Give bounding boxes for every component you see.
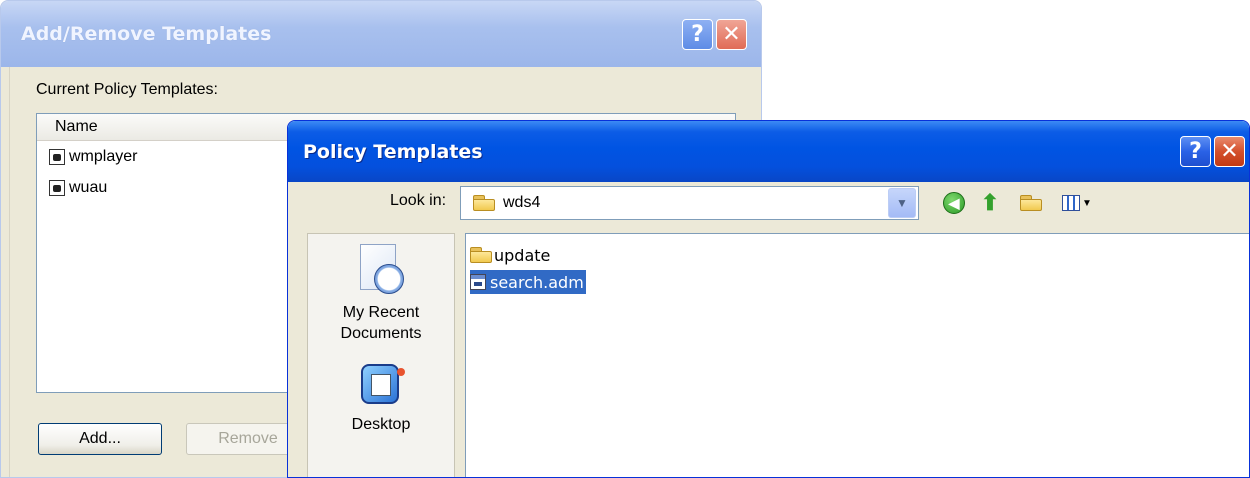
current-templates-label: Current Policy Templates: — [36, 81, 218, 98]
places-bar: My Recent Documents Desktop — [307, 233, 455, 477]
chevron-down-icon[interactable]: ▼ — [888, 188, 916, 218]
up-folder-icon: ⬆ — [980, 190, 1000, 215]
list-item-file[interactable]: search.adm — [470, 270, 586, 294]
policy-titlebar[interactable]: Policy Templates ? ✕ — [288, 121, 1249, 182]
policy-body: Look in: wds4 ▼ ◀ ⬆ ▼ My Recent Document… — [292, 182, 1249, 477]
recent-documents-icon — [356, 244, 406, 296]
new-folder-button[interactable] — [1018, 190, 1044, 216]
folder-icon — [470, 247, 492, 263]
template-file-icon — [49, 179, 65, 196]
file-name: update — [494, 245, 551, 265]
up-folder-button[interactable]: ⬆ — [977, 190, 1003, 216]
template-file-icon — [49, 148, 65, 165]
list-item-folder[interactable]: update — [470, 243, 552, 267]
help-button[interactable]: ? — [682, 18, 713, 50]
add-button[interactable]: Add... — [38, 423, 162, 455]
place-label: My Recent Documents — [340, 304, 422, 342]
back-icon: ◀ — [943, 192, 965, 214]
file-list[interactable]: update search.adm — [465, 233, 1249, 477]
policy-templates-window: Policy Templates ? ✕ Look in: wds4 ▼ ◀ ⬆… — [287, 120, 1250, 478]
add-remove-titlebar[interactable]: Add/Remove Templates ? ✕ — [1, 1, 761, 67]
folder-icon — [473, 195, 495, 211]
place-my-recent-documents[interactable]: My Recent Documents — [308, 244, 454, 344]
policy-title: Policy Templates — [303, 140, 483, 163]
back-button[interactable]: ◀ — [941, 190, 967, 216]
add-remove-title: Add/Remove Templates — [21, 23, 272, 45]
close-button[interactable]: ✕ — [1214, 136, 1245, 167]
new-folder-icon — [1020, 195, 1042, 211]
place-label: Desktop — [351, 416, 411, 433]
adm-file-icon — [470, 274, 486, 290]
list-item-label: wuau — [69, 178, 108, 196]
views-menu-button[interactable]: ▼ — [1060, 190, 1094, 216]
file-name: search.adm — [490, 272, 584, 292]
look-in-dropdown[interactable]: wds4 ▼ — [460, 186, 919, 220]
look-in-label: Look in: — [390, 192, 447, 209]
look-in-value: wds4 — [503, 194, 541, 211]
list-item-label: wmplayer — [69, 147, 138, 165]
views-menu-icon: ▼ — [1062, 195, 1092, 211]
desktop-icon — [357, 364, 405, 408]
close-button[interactable]: ✕ — [716, 18, 747, 50]
place-desktop[interactable]: Desktop — [308, 364, 454, 435]
help-button[interactable]: ? — [1180, 136, 1211, 167]
